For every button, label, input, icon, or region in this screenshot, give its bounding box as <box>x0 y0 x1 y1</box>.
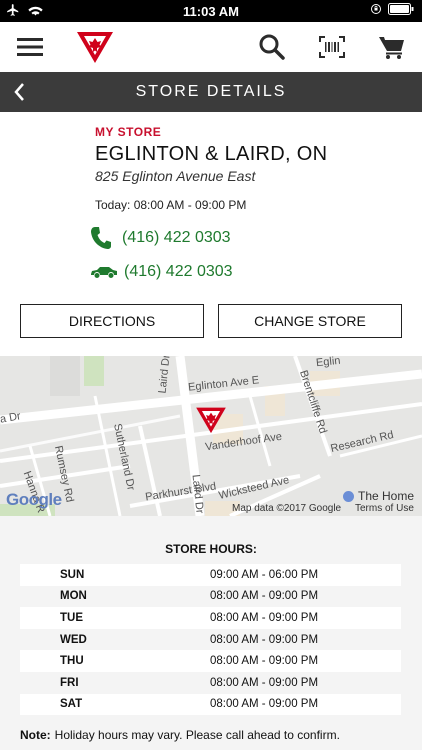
hours-row: MON 08:00 AM - 09:00 PM <box>20 586 401 608</box>
hours-day: SAT <box>60 698 83 711</box>
phone-number-secondary: (416) 422 0303 <box>124 263 233 280</box>
hours-time: 08:00 AM - 09:00 PM <box>210 655 319 668</box>
store-address: 825 Eglinton Avenue East <box>95 168 256 184</box>
store-map[interactable]: Eglin Eglinton Ave E Laird Dr Laird Dr V… <box>0 356 422 516</box>
hours-day: FRI <box>60 676 79 689</box>
car-phone-link[interactable]: (416) 422 0303 <box>90 263 233 281</box>
store-hours-table: SUN 09:00 AM - 06:00 PM MON 08:00 AM - 09:… <box>20 564 401 716</box>
google-logo: Google <box>6 490 62 509</box>
logo-icon[interactable] <box>76 30 114 64</box>
note-text: Holiday hours may vary. Please call ahea… <box>54 728 340 742</box>
place-label: The Home <box>358 489 415 503</box>
hours-time: 08:00 AM - 09:00 PM <box>210 633 319 646</box>
hours-time: 09:00 AM - 06:00 PM <box>210 568 319 581</box>
phone-link[interactable]: (416) 422 0303 <box>90 226 231 250</box>
hours-time: 08:00 AM - 09:00 PM <box>210 611 319 624</box>
holiday-note: Note: Holiday hours may vary. Please call… <box>20 728 340 742</box>
menu-icon[interactable] <box>17 37 43 57</box>
note-label: Note: <box>20 728 51 742</box>
battery-icon <box>388 3 414 15</box>
hours-time: 08:00 AM - 09:00 PM <box>210 590 319 603</box>
map-pin-icon[interactable] <box>195 406 227 434</box>
my-store-label: MY STORE <box>95 125 162 139</box>
phone-icon <box>91 227 111 249</box>
hours-row: SUN 09:00 AM - 06:00 PM <box>20 564 401 586</box>
change-store-button[interactable]: CHANGE STORE <box>218 304 402 338</box>
store-hours-section: STORE HOURS: SUN 09:00 AM - 06:00 PM MON 0… <box>0 516 422 750</box>
map-attribution: Map data ©2017 Google <box>232 503 342 514</box>
hours-time: 08:00 AM - 09:00 PM <box>210 698 319 711</box>
phone-number: (416) 422 0303 <box>122 229 231 246</box>
directions-button[interactable]: DIRECTIONS <box>20 304 204 338</box>
hours-day: TUE <box>60 611 83 624</box>
hours-row: THU 08:00 AM - 09:00 PM <box>20 650 401 672</box>
page-header: STORE DETAILS <box>0 72 422 112</box>
hours-row: FRI 08:00 AM - 09:00 PM <box>20 672 401 694</box>
store-name: EGLINTON & LAIRD, ON <box>95 143 328 165</box>
hours-row: SAT 08:00 AM - 09:00 PM <box>20 693 401 716</box>
place-pin-icon <box>343 490 354 502</box>
hours-time: 08:00 AM - 09:00 PM <box>210 676 319 689</box>
car-icon <box>91 267 117 278</box>
store-hours-title: STORE HOURS: <box>165 542 257 556</box>
place-marker[interactable]: The Home <box>343 489 414 503</box>
hours-row: TUE 08:00 AM - 09:00 PM <box>20 607 401 629</box>
top-navigation-bar <box>0 22 422 73</box>
hours-day: WED <box>60 633 87 646</box>
cart-icon[interactable] <box>378 35 406 59</box>
map-terms-link[interactable]: Terms of Use <box>355 503 414 514</box>
status-right <box>370 3 414 15</box>
hours-day: MON <box>60 590 87 603</box>
search-icon[interactable] <box>259 34 285 60</box>
barcode-icon[interactable] <box>319 36 345 58</box>
lock-rotation-icon <box>371 4 381 14</box>
hours-day: THU <box>60 655 84 668</box>
page-title: STORE DETAILS <box>135 83 287 100</box>
hours-day: SUN <box>60 568 85 581</box>
store-details: MY STORE EGLINTON & LAIRD, ON 825 Eglint… <box>95 125 415 212</box>
today-hours: Today: 08:00 AM - 09:00 PM <box>95 198 247 212</box>
status-bar: 11:03 AM <box>0 0 422 22</box>
status-time: 11:03 AM <box>183 4 239 19</box>
hours-row: WED 08:00 AM - 09:00 PM <box>20 629 401 651</box>
